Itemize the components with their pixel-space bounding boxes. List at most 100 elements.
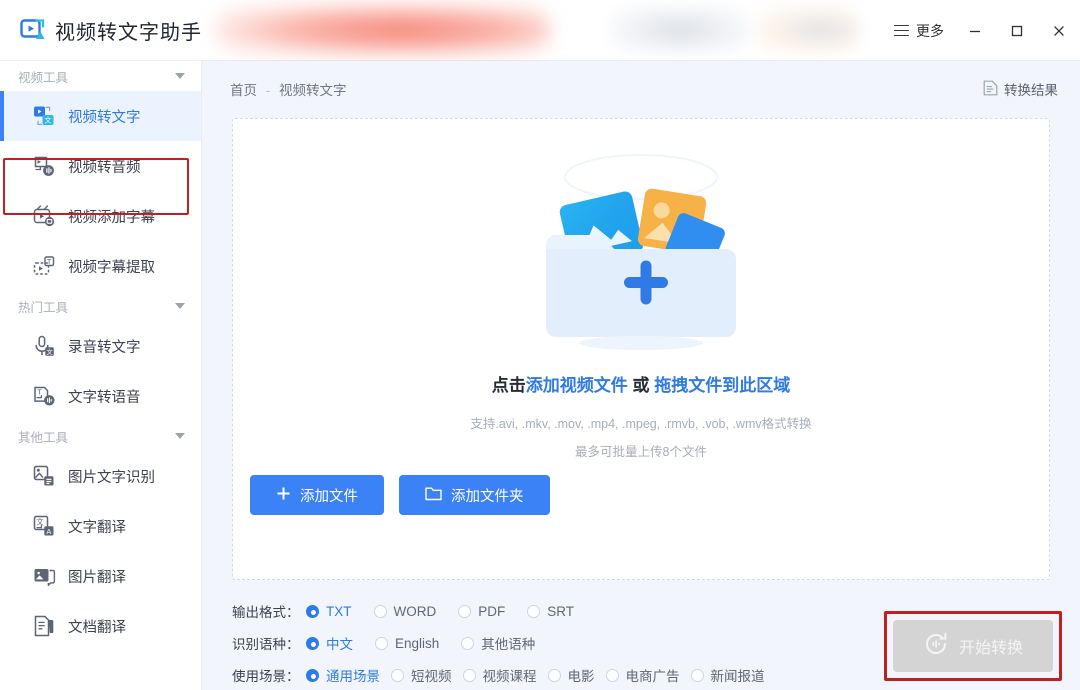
sidebar-item-label: 文档翻译	[68, 619, 126, 636]
dropzone-title: 点击添加视频文件 或 拖拽文件到此区域	[233, 371, 1049, 396]
sidebar-item-label: 视频字幕提取	[68, 259, 155, 276]
breadcrumb-home[interactable]: 首页	[230, 83, 257, 98]
sidebar-item-image-ocr[interactable]: 图片文字识别	[0, 451, 201, 501]
blurred-banner-gray-1	[610, 6, 750, 54]
svg-text:文: 文	[36, 518, 43, 527]
scene-option-video-course[interactable]: 视频课程	[462, 665, 537, 685]
output-format-label: 输出格式：	[232, 605, 300, 620]
image-ocr-icon	[32, 464, 56, 488]
maximize-icon[interactable]	[996, 0, 1038, 61]
conversion-result-button[interactable]: 转换结果	[983, 79, 1058, 99]
file-dropzone[interactable]: 点击添加视频文件 或 拖拽文件到此区域 支持.avi, .mkv, .mov, …	[232, 118, 1050, 580]
breadcrumb: 首页 - 视频转文字	[230, 79, 347, 99]
scene-option-label: 电影	[567, 669, 595, 684]
language-label: 识别语种：	[232, 637, 300, 652]
start-conversion-label: 开始转换	[958, 640, 1023, 657]
scene-option-movie[interactable]: 电影	[547, 665, 595, 685]
breadcrumb-separator: -	[265, 83, 271, 98]
scene-label: 使用场景：	[232, 669, 300, 684]
scene-option-label: 电商广告	[625, 669, 680, 684]
radio-dot	[462, 668, 476, 682]
chevron-down-icon	[175, 73, 185, 79]
radio-dot	[527, 604, 541, 618]
sidebar-item-text-translate[interactable]: 文 A 文字翻译	[0, 501, 201, 551]
radio-dot	[461, 636, 475, 650]
add-folder-button[interactable]: 添加文件夹	[399, 475, 550, 515]
format-option-txt[interactable]: TXT	[306, 604, 352, 619]
dropzone-title-mid: 或	[632, 376, 650, 395]
language-option-english[interactable]: English	[375, 636, 439, 651]
format-option-label: WORD	[393, 603, 437, 619]
format-option-label: SRT	[547, 603, 575, 619]
radio-dot	[306, 604, 319, 618]
format-option-pdf[interactable]: PDF	[458, 604, 505, 619]
video-add-subtitle-icon	[32, 204, 56, 228]
language-row: 识别语种： 中文 English 其他语种	[232, 627, 792, 659]
more-label: 更多	[916, 22, 944, 39]
sidebar-group-label: 其他工具	[18, 430, 69, 445]
chevron-down-icon	[175, 303, 185, 309]
sidebar-item-image-translate[interactable]: 图片翻译	[0, 551, 201, 601]
chevron-down-icon	[175, 433, 185, 439]
sidebar-item-audio-to-text[interactable]: 文 录音转文字	[0, 321, 201, 371]
sidebar-item-label: 图片文字识别	[68, 469, 155, 486]
document-icon	[983, 80, 998, 99]
audio-to-text-icon: 文	[32, 334, 56, 358]
sidebar-group-label: 热门工具	[18, 300, 69, 315]
svg-text:文: 文	[45, 116, 52, 125]
scene-option-label: 新闻报道	[710, 669, 765, 684]
dropzone-add-link[interactable]: 添加视频文件	[526, 376, 628, 395]
video-to-text-logo-icon	[20, 17, 46, 43]
sidebar-item-video-extract-subtitle[interactable]: T 视频字幕提取	[0, 241, 201, 291]
format-option-label: PDF	[478, 603, 506, 619]
conversion-result-label: 转换结果	[1004, 83, 1058, 98]
folder-upload-illustration	[526, 149, 756, 359]
format-option-word[interactable]: WORD	[373, 603, 437, 619]
add-file-label: 添加文件	[300, 488, 358, 505]
sidebar-item-document-translate[interactable]: 文档翻译	[0, 601, 201, 651]
scene-option-label: 视频课程	[482, 669, 537, 684]
scene-option-general[interactable]: 通用场景	[306, 665, 380, 685]
sidebar-item-video-to-text[interactable]: 文 视频转文字	[0, 91, 201, 141]
radio-dot	[306, 668, 319, 682]
scene-option-short-video[interactable]: 短视频	[391, 665, 452, 685]
radio-dot	[458, 604, 472, 618]
svg-text:T: T	[46, 258, 52, 266]
format-option-srt[interactable]: SRT	[527, 604, 574, 619]
folder-icon	[425, 486, 442, 505]
plus-icon	[276, 486, 291, 505]
minimize-icon[interactable]	[954, 0, 996, 61]
dropzone-formats: 支持.avi, .mkv, .mov, .mp4, .mpeg, .rmvb, …	[470, 417, 812, 431]
add-file-button[interactable]: 添加文件	[250, 475, 384, 515]
more-button[interactable]: 更多	[884, 15, 954, 47]
image-translate-icon	[32, 564, 56, 588]
sidebar-item-text-to-speech[interactable]: T 文字转语音	[0, 371, 201, 421]
language-option-chinese[interactable]: 中文	[306, 633, 353, 653]
language-option-label: English	[395, 635, 440, 651]
scene-option-news[interactable]: 新闻报道	[690, 665, 765, 685]
sidebar-group-hot-tools[interactable]: 热门工具	[0, 291, 201, 321]
language-option-label: 中文	[326, 637, 353, 652]
sidebar-item-label: 视频添加字幕	[68, 209, 155, 226]
sidebar-item-label: 录音转文字	[68, 339, 141, 356]
sidebar-item-video-add-subtitle[interactable]: 视频添加字幕	[0, 191, 201, 241]
hamburger-icon	[894, 21, 909, 39]
sidebar-group-other-tools[interactable]: 其他工具	[0, 421, 201, 451]
close-icon[interactable]	[1038, 0, 1080, 61]
radio-dot	[605, 668, 619, 682]
dropzone-batch-hint: 最多可批量上传8个文件	[575, 445, 707, 459]
output-format-row: 输出格式： TXT WORD PDF SRT	[232, 595, 792, 627]
conversion-options: 输出格式： TXT WORD PDF SRT 识别语种： 中文 English …	[232, 595, 792, 690]
language-option-other[interactable]: 其他语种	[461, 633, 535, 653]
text-translate-icon: 文 A	[32, 514, 56, 538]
title-bar: 视频转文字助手 更多	[0, 0, 1080, 61]
sidebar-group-video-tools[interactable]: 视频工具	[0, 61, 201, 91]
scene-row: 使用场景： 通用场景 短视频 视频课程 电影 电商广告 新闻报道	[232, 659, 792, 690]
start-conversion-button[interactable]: 开始转换	[893, 620, 1053, 672]
scene-option-ecommerce-ad[interactable]: 电商广告	[605, 665, 680, 685]
sidebar-item-label: 文字翻译	[68, 519, 126, 536]
sidebar-item-video-to-audio[interactable]: 视频转音频	[0, 141, 201, 191]
sidebar: 视频工具 文 视频转文字 视频转音频 视频添加字幕 T 视频字幕提取 热门工具 …	[0, 61, 202, 690]
app-brand: 视频转文字助手	[0, 16, 202, 45]
radio-dot	[375, 636, 388, 650]
